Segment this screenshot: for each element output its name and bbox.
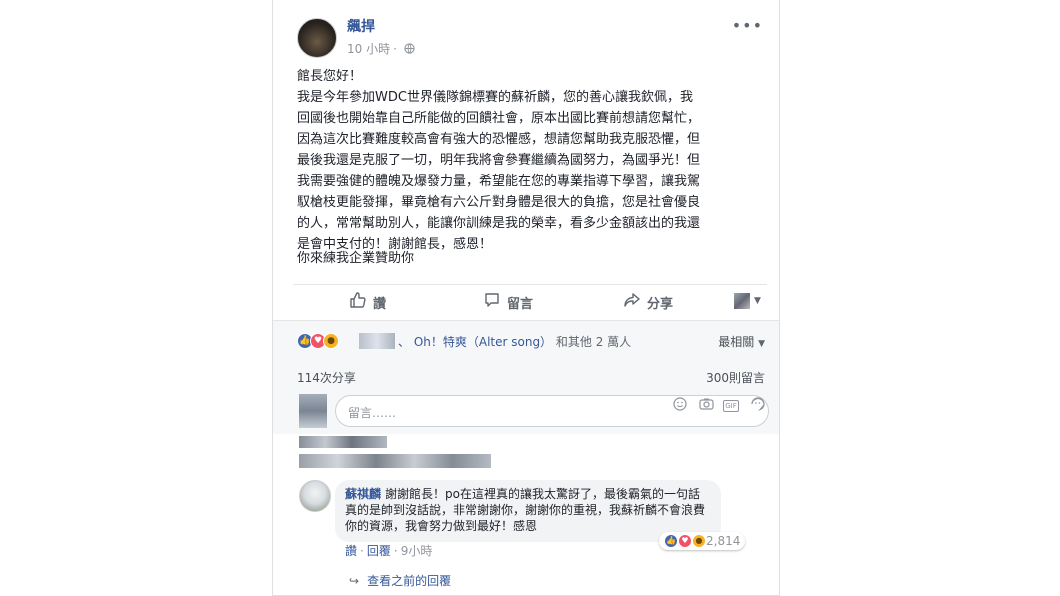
post-line: 我需要強健的體魄及爆發力量，希望能在您的專業指導下學習，讓我駕 (297, 174, 701, 189)
comment-composer: 留言…… GIF (273, 390, 779, 434)
post-line: 的人，常常幫助別人，能讓你訓練是我的榮幸，看多少金額該出的我還 (297, 216, 701, 231)
reply-author[interactable]: 蘇祺麟 (345, 487, 381, 501)
post-card: 飆捍 10 小時 · ••• 館長您好！ 我是今年參加WDC世界儀隊錦標賽的蘇祈麟… (272, 0, 780, 596)
reply-time[interactable]: 9小時 (401, 544, 433, 558)
post-line: 我是今年參加WDC世界儀隊錦標賽的蘇祈麟，您的善心讓我欽佩，我 (297, 90, 693, 105)
share-label: 分享 (647, 296, 674, 312)
author-avatar[interactable] (297, 18, 337, 58)
share-button[interactable]: 分享 (623, 291, 673, 313)
blurred-comment-text (299, 454, 491, 468)
like-label: 讚 (373, 296, 387, 312)
reply-avatar[interactable] (299, 480, 331, 512)
post-action-bar: 讚 留言 分享 ▼ (293, 284, 767, 316)
engagement-counts: 114次分享 300則留言 (273, 360, 779, 390)
sticker-icon[interactable] (749, 397, 767, 415)
post-header: 飆捍 10 小時 · ••• (297, 10, 769, 60)
comment-icon (483, 291, 501, 313)
caret-down-icon: ▼ (754, 296, 761, 306)
blurred-comment (299, 436, 499, 472)
emoji-icon[interactable] (671, 397, 689, 415)
post-line: 館長您好！ (297, 69, 363, 84)
profile-thumbnail (734, 293, 750, 309)
wow-reaction-icon: ● (692, 534, 706, 548)
reply-reactions[interactable]: 👍 ♥ ● 2,814 (659, 532, 746, 550)
gif-icon[interactable]: GIF (723, 397, 741, 415)
love-reaction-icon: ♥ (678, 534, 692, 548)
post-as-selector[interactable]: ▼ (734, 293, 761, 309)
post-text: 館長您好！ 我是今年參加WDC世界儀隊錦標賽的蘇祈麟，您的善心讓我欽佩，我 回國… (297, 66, 767, 255)
thumbs-up-icon (349, 291, 367, 313)
post-line: 馭槍枝更能發揮，畢竟槍有六公斤對身體是很大的負擔，您是社會優良 (297, 195, 701, 210)
comment-count[interactable]: 300則留言 (706, 369, 765, 386)
viewer-avatar (299, 394, 327, 428)
composer-icons: GIF (671, 397, 767, 415)
view-previous-replies[interactable]: ↪ 查看之前的回覆 (349, 572, 451, 589)
post-time[interactable]: 10 小時 (347, 42, 390, 56)
globe-icon (400, 42, 415, 56)
comment-reply: 蘇祺麟 謝謝館長！po在這裡真的讓我太驚訝了，最後霸氣的一句話真的是帥到沒話說，非… (273, 476, 779, 595)
like-button[interactable]: 讚 (349, 291, 386, 313)
author-name[interactable]: 飆捍 (347, 16, 375, 36)
comment-sort-dropdown[interactable]: 最相關 ▼ (718, 333, 765, 350)
reply-like-link[interactable]: 讚 (345, 544, 357, 558)
post-line: 回國後也開始靠自己所能做的回饋社會，原本出國比賽前想請您幫忙， (297, 111, 701, 126)
comment-button[interactable]: 留言 (483, 291, 533, 313)
reply-reaction-count: 2,814 (706, 534, 741, 548)
caret-down-icon: ▼ (758, 339, 765, 349)
reply-arrow-icon: ↪ (349, 573, 360, 588)
like-reaction-icon: 👍 (664, 534, 678, 548)
reply-text: 謝謝館長！po在這裡真的讓我太驚訝了，最後霸氣的一句話真的是帥到沒話說，非常謝謝… (345, 487, 706, 533)
comment-label: 留言 (507, 296, 534, 312)
post-extra-line: 你來練我企業贊助你 (297, 251, 415, 266)
share-arrow-icon (623, 291, 641, 313)
reply-reply-link[interactable]: 回覆 (367, 544, 391, 558)
share-count[interactable]: 114次分享 (297, 369, 356, 386)
wow-reaction-icon: ● (323, 333, 339, 349)
blurred-commenter (299, 436, 387, 448)
reply-actions: 讚 · 回覆 · 9小時 (345, 544, 433, 558)
reaction-names[interactable]: 、 Oh！特爽（Alter song） 和其他 2 萬人 (398, 333, 631, 350)
post-meta: 10 小時 · (347, 40, 415, 57)
reactions-summary: 👍 ♥ ● 、 Oh！特爽（Alter song） 和其他 2 萬人 最相關 ▼ (273, 320, 779, 360)
post-line: 因為這次比賽難度較高會有強大的恐懼感，想請您幫助我克服恐懼，但 (297, 132, 701, 147)
post-line: 最後我還是克服了一切，明年我將會參賽繼續為國努力，為國爭光！但 (297, 153, 701, 168)
camera-icon[interactable] (697, 397, 715, 415)
ellipsis-icon[interactable]: ••• (732, 16, 763, 35)
reaction-icons[interactable]: 👍 ♥ ● (297, 333, 339, 349)
blurred-name (359, 333, 395, 349)
